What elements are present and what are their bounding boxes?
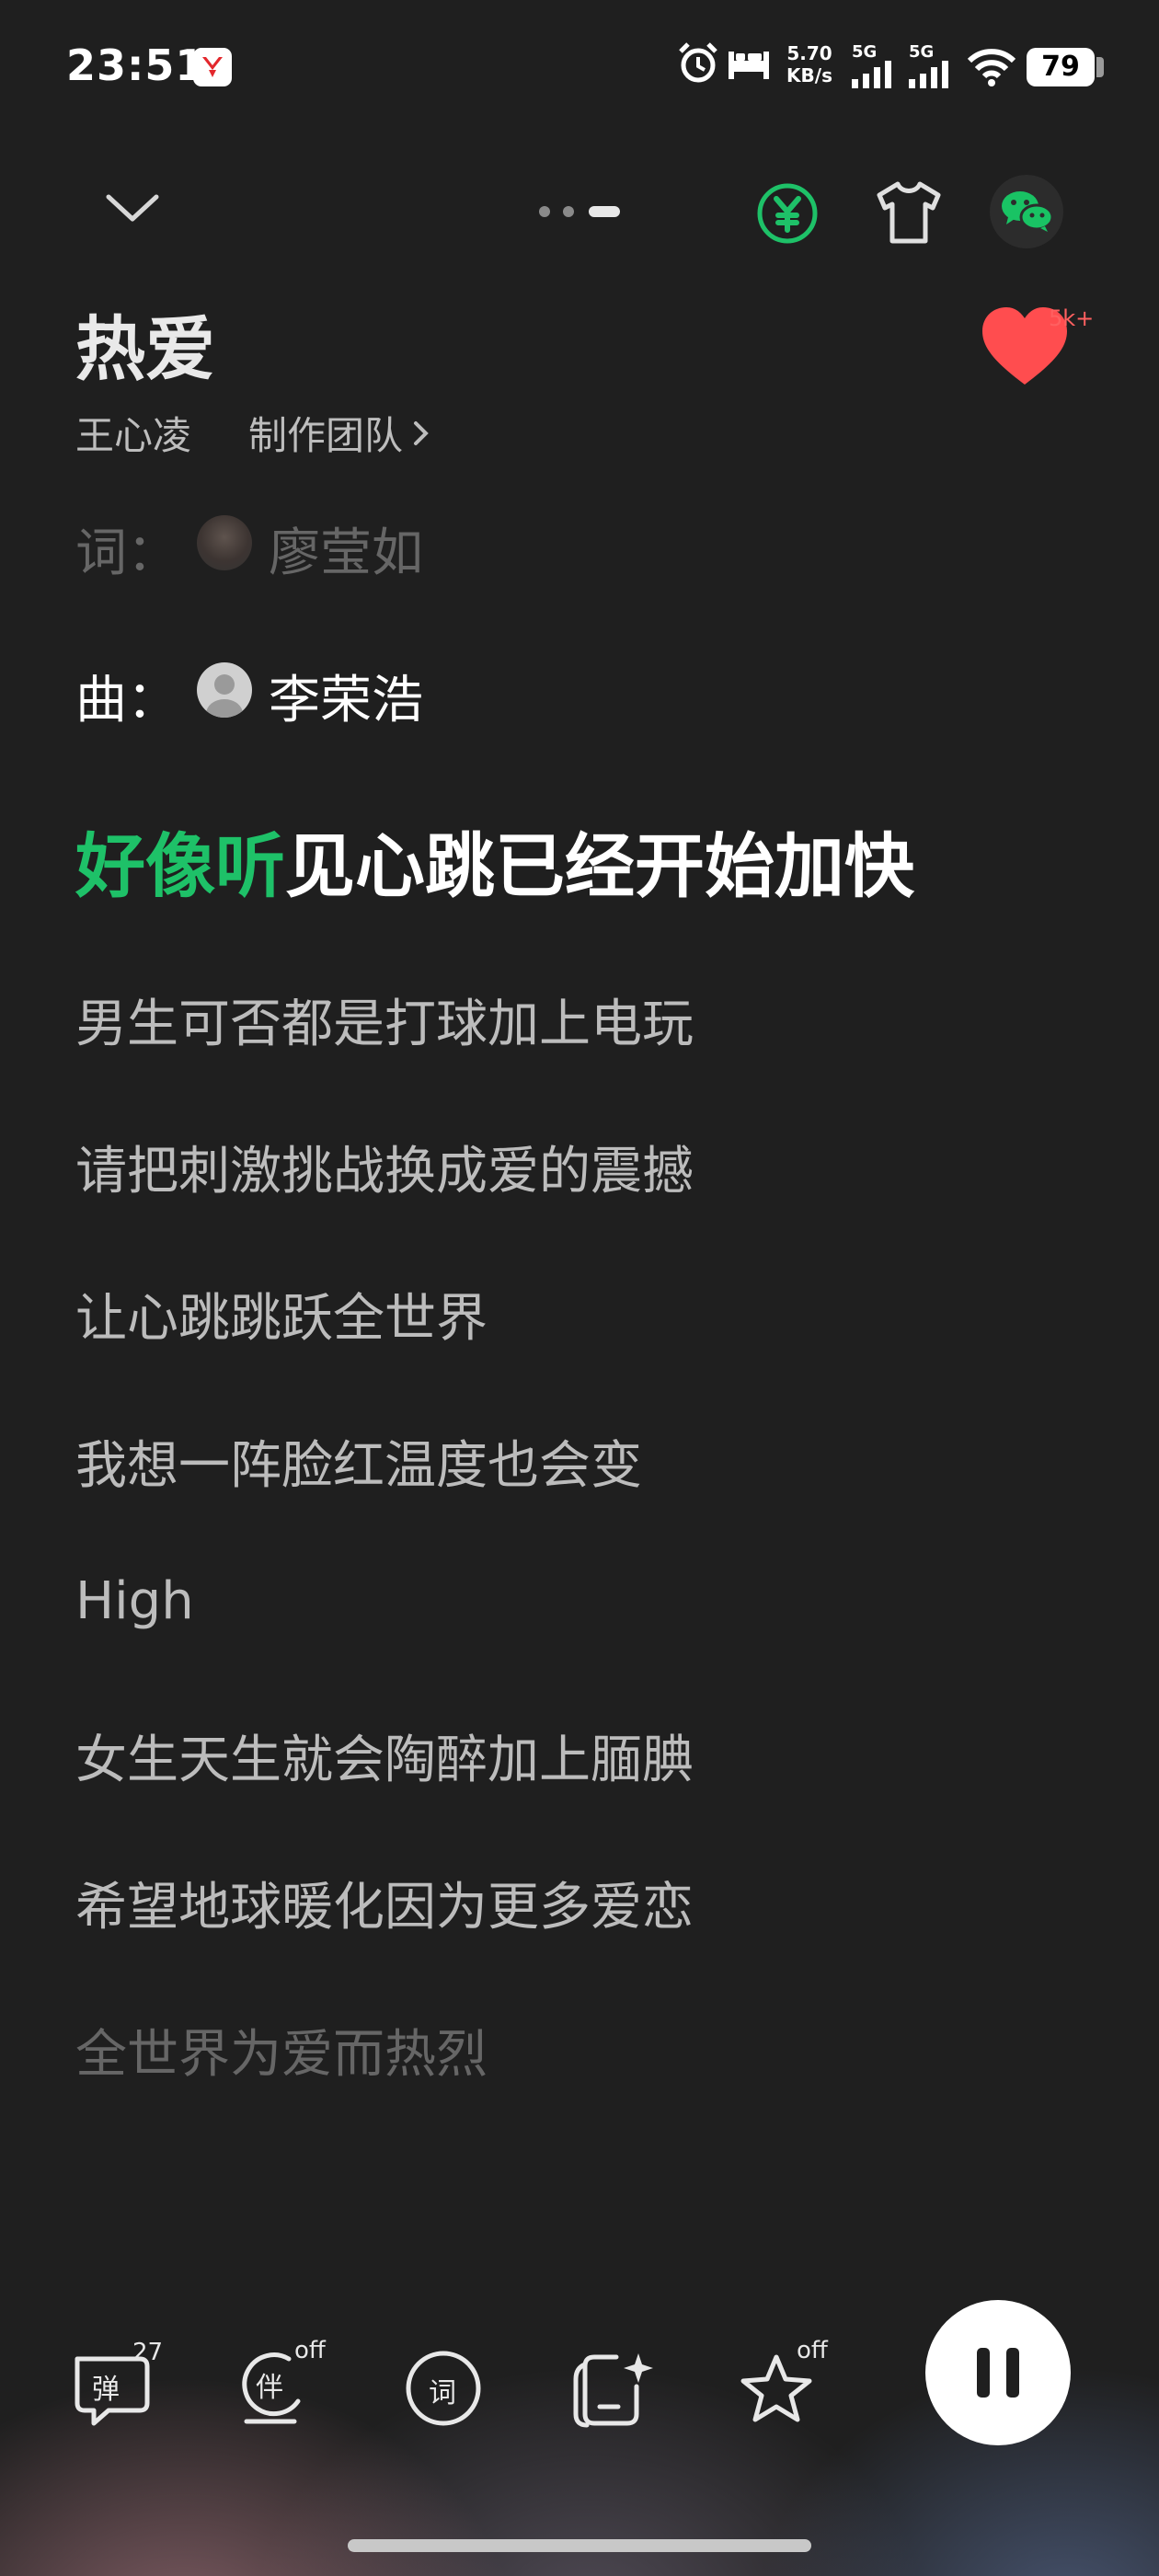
lyric-line[interactable]: 让心跳跳跃全世界: [75, 1277, 488, 1351]
lyricist-label: 词：: [75, 523, 178, 583]
lyric-sung-part: 好像听: [75, 825, 285, 907]
battery-cap: [1096, 57, 1104, 77]
composer-avatar[interactable]: [197, 662, 252, 718]
composer-label: 曲：: [75, 671, 178, 730]
chevron-down-icon[interactable]: [103, 190, 162, 230]
song-title: 热爱: [75, 308, 215, 390]
status-time: 23:51: [66, 40, 206, 90]
lyric-line[interactable]: 请把刺激挑战换成爱的震撼: [75, 1130, 694, 1204]
composer-name[interactable]: 李荣浩: [269, 659, 423, 733]
home-indicator[interactable]: [348, 2539, 811, 2552]
alarm-icon: [677, 40, 719, 90]
bed-icon: [727, 48, 771, 85]
page-indicator: [537, 204, 622, 223]
accompany-button[interactable]: 伴 off: [237, 2337, 329, 2438]
chevron-right-icon: [414, 420, 429, 445]
wechat-icon[interactable]: [990, 175, 1063, 248]
lyrics-mode-label: 词: [429, 2377, 456, 2409]
network-rate: 5.70 KB/s: [786, 42, 832, 86]
lyricist-name[interactable]: 廖莹如: [269, 512, 423, 586]
lyrics-mode-button[interactable]: 词: [401, 2346, 493, 2438]
signal-icon: 5G: [852, 44, 894, 92]
danmu-count: 27: [132, 2339, 164, 2366]
artist-name[interactable]: 王心凌: [75, 405, 191, 461]
lyric-line[interactable]: 全世界为爱而热烈: [75, 2013, 488, 2087]
lyric-line[interactable]: High: [75, 1571, 194, 1631]
production-team-link[interactable]: 制作团队: [248, 405, 430, 461]
danmu-label: 弹: [92, 2374, 120, 2406]
sound-effect-state: off: [797, 2337, 828, 2364]
team-label: 制作团队: [248, 413, 404, 458]
current-lyric-line[interactable]: 好像听见心跳已经开始加快: [75, 810, 914, 911]
sound-effect-button[interactable]: off: [736, 2337, 828, 2438]
lyric-line[interactable]: 女生天生就会陶醉加上腼腆: [75, 1719, 694, 1793]
accompany-state: off: [294, 2337, 326, 2364]
wifi-icon: [966, 46, 1017, 90]
lyric-line[interactable]: 我想一阵脸红温度也会变: [75, 1424, 642, 1499]
app-badge-icon: [193, 48, 232, 86]
yuan-coin-icon[interactable]: [754, 180, 820, 250]
pause-button[interactable]: [925, 2300, 1071, 2445]
lyric-line[interactable]: 希望地球暖化因为更多爱恋: [75, 1866, 694, 1940]
tshirt-icon[interactable]: [874, 180, 944, 248]
lyric-poster-icon[interactable]: [565, 2346, 657, 2438]
lyricist-avatar[interactable]: [197, 515, 252, 570]
signal-icon: 5G: [909, 44, 951, 92]
battery-icon: 79: [1027, 48, 1095, 86]
lyric-line[interactable]: 男生可否都是打球加上电玩: [75, 983, 694, 1057]
danmu-button[interactable]: 弹 27: [66, 2339, 163, 2438]
like-count-badge: 5k+: [1049, 305, 1095, 331]
accompany-label: 伴: [256, 2372, 283, 2404]
lyric-unsung-part: 见心跳已经开始加快: [285, 825, 914, 907]
